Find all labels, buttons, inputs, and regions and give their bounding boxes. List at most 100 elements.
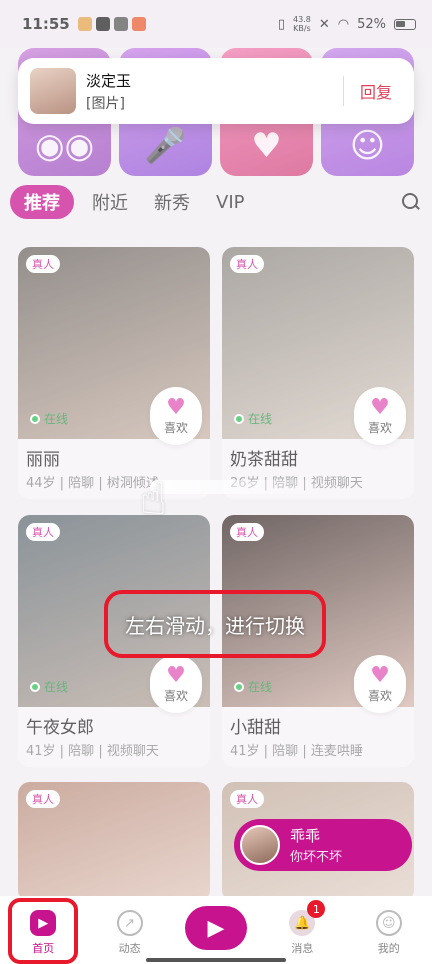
online-status: 在线: [30, 678, 68, 695]
online-label: 在线: [248, 680, 273, 694]
compass-icon: ↗: [116, 910, 143, 936]
floating-chat-name: 乖乖: [290, 827, 321, 845]
profile-name: 小甜甜: [230, 718, 281, 738]
like-button[interactable]: ♥ 喜欢: [150, 387, 202, 445]
profile-card[interactable]: 真人 在线 ♥ 喜欢 丽丽 44岁 | 陪聊 | 树洞倾述: [18, 247, 210, 499]
heart-chat-icon: ♥: [251, 126, 282, 166]
agent-icon: ☺: [349, 126, 386, 166]
reply-button[interactable]: 回复: [360, 79, 392, 103]
network-speed: 43.8 KB/s: [293, 15, 311, 33]
divider: [342, 76, 344, 106]
nav-moments[interactable]: ↗ 动态: [95, 910, 165, 956]
video-icon[interactable]: ▶: [184, 906, 247, 950]
profile-meta: 41岁 | 陪聊 | 连麦哄睡: [230, 744, 363, 759]
heart-icon: ♥: [166, 662, 186, 688]
nav-home[interactable]: ▶ 首页: [8, 910, 78, 956]
profile-name: 午夜女郎: [26, 718, 94, 738]
profile-info: 小甜甜 41岁 | 陪聊 | 连麦哄睡: [222, 707, 414, 767]
tab-recommend[interactable]: 推荐: [10, 185, 74, 219]
heart-icon: ♥: [370, 394, 390, 420]
online-status: 在线: [234, 678, 272, 695]
category-tabs: 推荐 附近 新秀 VIP: [10, 182, 422, 222]
online-status: 在线: [30, 410, 68, 427]
online-dot-icon: [234, 681, 244, 692]
profile-photo: 真人: [18, 782, 210, 902]
tab-nearby[interactable]: 附近: [92, 189, 128, 215]
floating-chat-text: 乖乖 你坏不坏: [290, 825, 342, 865]
app-notification-icon: [131, 17, 146, 31]
like-button[interactable]: ♥ 喜欢: [150, 655, 202, 713]
nav-profile-label: 我的: [377, 942, 400, 955]
online-label: 在线: [44, 412, 69, 426]
online-dot-icon: [30, 413, 40, 424]
profile-name: 奶茶甜甜: [230, 450, 298, 470]
like-button[interactable]: ♥ 喜欢: [354, 655, 406, 713]
profile-photo: 真人 在线 ♥ 喜欢: [18, 247, 210, 445]
verified-badge: 真人: [26, 790, 60, 808]
like-label: 喜欢: [163, 688, 188, 703]
swipe-trail: [150, 480, 320, 494]
profile-photo: 真人 在线 ♥ 喜欢: [222, 247, 414, 445]
tab-vip[interactable]: VIP: [216, 192, 244, 213]
verified-badge: 真人: [26, 523, 60, 541]
tab-newcomer[interactable]: 新秀: [154, 189, 190, 215]
search-icon[interactable]: [400, 191, 422, 213]
like-label: 喜欢: [163, 420, 188, 435]
online-dot-icon: [234, 413, 244, 424]
online-status: 在线: [234, 410, 272, 427]
avatar: [30, 68, 76, 114]
verified-badge: 真人: [230, 790, 264, 808]
online-dot-icon: [30, 681, 40, 692]
online-label: 在线: [248, 412, 273, 426]
swipe-hint-text: 左右滑动，进行切换: [104, 590, 326, 658]
battery-percent: 52%: [357, 16, 386, 32]
notification-text: 淡定玉 [图片]: [86, 70, 343, 113]
profile-card[interactable]: 真人 在线 ♥喜欢 奶茶甜甜 26岁 | 陪聊 | 视频聊天: [222, 247, 414, 499]
notification-message: [图片]: [86, 95, 125, 112]
profile-meta: 41岁 | 陪聊 | 视频聊天: [26, 744, 159, 759]
home-indicator[interactable]: [146, 958, 286, 962]
verified-badge: 真人: [230, 523, 264, 541]
sim-icon: ✕: [318, 16, 330, 32]
message-notification[interactable]: 淡定玉 [图片] 回复: [18, 58, 414, 124]
heart-icon: ♥: [370, 662, 390, 688]
profile-card[interactable]: 真人: [18, 782, 210, 902]
play-icon: ▶: [30, 910, 57, 936]
heart-icon: ♥: [166, 394, 186, 420]
verified-badge: 真人: [230, 255, 264, 273]
nav-messages-label: 消息: [291, 942, 314, 955]
nav-messages[interactable]: 🔔 1 消息: [267, 900, 337, 956]
network-speed-unit: KB/s: [293, 24, 311, 33]
profile-info: 午夜女郎 41岁 | 陪聊 | 视频聊天: [18, 707, 210, 767]
online-label: 在线: [44, 680, 69, 694]
profile-icon: ☺: [375, 910, 402, 936]
avatars-icon: ◉◉: [34, 126, 95, 166]
network-speed-value: 43.8: [293, 15, 311, 24]
floating-chat-message: 你坏不坏: [290, 850, 343, 865]
nav-home-label: 首页: [32, 942, 55, 955]
verified-badge: 真人: [26, 255, 60, 273]
tiktok-icon: [95, 17, 110, 31]
app-notification-icon: [77, 17, 92, 31]
floating-chat-bubble[interactable]: 乖乖 你坏不坏: [234, 819, 412, 871]
like-button[interactable]: ♥ 喜欢: [354, 387, 406, 445]
unread-badge: 1: [307, 900, 326, 918]
nav-profile[interactable]: ☺ 我的: [354, 910, 424, 956]
notification-sender: 淡定玉: [86, 71, 132, 90]
status-time: 11:55: [22, 15, 70, 33]
app-notification-icon: [113, 17, 128, 31]
battery-icon: [394, 18, 416, 30]
status-bar: 11:55 ▯ 43.8 KB/s ✕ ◠ 52%: [0, 0, 432, 48]
avatar: [240, 825, 280, 865]
vibrate-icon: ▯: [277, 16, 286, 32]
hand-swipe-icon: ☝: [140, 474, 167, 525]
status-right: ▯ 43.8 KB/s ✕ ◠ 52%: [278, 15, 416, 33]
like-label: 喜欢: [367, 688, 392, 703]
like-label: 喜欢: [367, 420, 392, 435]
status-app-icons: [77, 17, 146, 31]
bottom-nav: ▶ 首页 ↗ 动态 ▶ 🔔 1 消息 ☺ 我的: [0, 896, 432, 964]
wifi-icon: ◠: [337, 16, 350, 32]
profile-name: 丽丽: [26, 450, 60, 470]
microphone-icon: 🎤: [144, 126, 187, 166]
nav-moments-label: 动态: [118, 942, 141, 955]
